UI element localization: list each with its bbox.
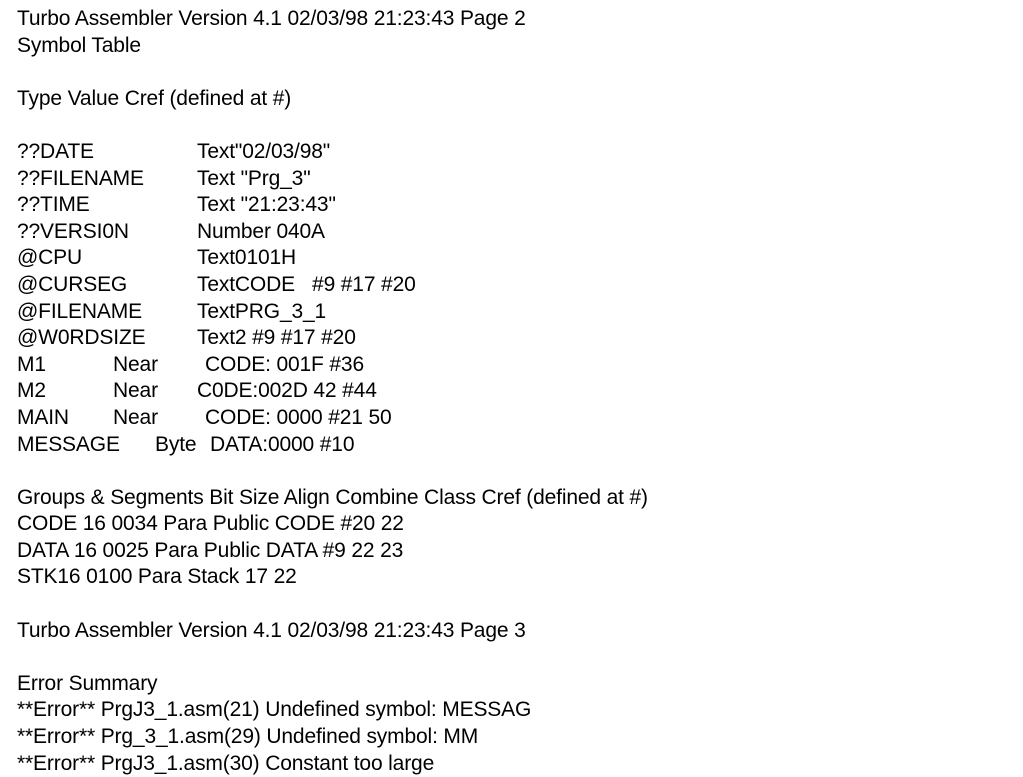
error-line: **Error** PrgJ3_1.asm(21) Undefined symb… <box>17 698 532 722</box>
page2-header: Turbo Assembler Version 4.1 02/03/98 21:… <box>17 7 526 30</box>
segment-row: DATA 16 0025 Para Public DATA #9 22 23 <box>17 538 404 562</box>
symbol-name: M2 <box>17 379 46 403</box>
symbol-value: TextPRG_3_1 <box>197 299 327 323</box>
symbol-type: Byte <box>155 432 197 456</box>
symbol-value: Text"02/03/98" <box>197 139 331 163</box>
segments-column-header: Groups & Segments Bit Size Align Combine… <box>17 485 648 509</box>
symbol-name: MAIN <box>17 405 69 429</box>
symbol-name: M1 <box>17 352 46 376</box>
page3-section-title: Error Summary <box>17 671 158 695</box>
symbol-type: Near <box>113 352 158 376</box>
symbol-row: ??TIME Text "21:23:43" <box>0 192 1023 219</box>
symbol-value: TextCODE #9 #17 #20 <box>197 272 416 296</box>
symbol-type: Near <box>113 379 158 403</box>
symbol-type: Near <box>113 405 158 429</box>
segment-row: CODE 16 0034 Para Public CODE #20 22 <box>17 512 404 536</box>
symbol-row: @CPU Text0101H <box>0 245 1023 272</box>
symbol-row: @FILENAME TextPRG_3_1 <box>0 299 1023 326</box>
symbol-row: ??VERSI0N Number 040A <box>0 219 1023 246</box>
assembler-listing-page: Turbo Assembler Version 4.1 02/03/98 21:… <box>0 0 1023 775</box>
symbol-value: Text "Prg_3" <box>197 166 311 190</box>
symbol-value: CODE: 001F #36 <box>205 352 364 376</box>
symbol-value: Text "21:23:43" <box>197 193 336 217</box>
symbol-value: C0DE:002D 42 #44 <box>197 379 377 403</box>
symbol-name: @CURSEG <box>17 272 128 296</box>
symbol-value: Number 040A <box>197 219 325 243</box>
symbol-name: @CPU <box>17 246 83 270</box>
symbol-name: ??FILENAME <box>17 166 144 190</box>
page3-header: Turbo Assembler Version 4.1 02/03/98 21:… <box>17 618 526 642</box>
symbol-row: ??DATE Text"02/03/98" <box>0 139 1023 166</box>
symbol-name: ??TIME <box>17 193 90 217</box>
symbol-name: ??DATE <box>17 139 94 163</box>
segment-row: STK16 0100 Para Stack 17 22 <box>17 565 297 589</box>
symbol-value: CODE: 0000 #21 50 <box>205 405 392 429</box>
symbol-name: @W0RDSIZE <box>17 326 146 350</box>
symbol-row: MESSAGE Byte DATA:0000 #10 <box>0 432 1023 459</box>
symbol-row: M1 Near CODE: 001F #36 <box>0 352 1023 379</box>
error-line: **Error** PrgJ3_1.asm(30) Constant too l… <box>17 751 435 775</box>
error-line: **Error** Prg_3_1.asm(29) Undefined symb… <box>17 725 479 749</box>
symbol-value: DATA:0000 #10 <box>210 432 355 456</box>
symbol-value: Text0101H <box>197 246 297 270</box>
symbol-name: @FILENAME <box>17 299 142 323</box>
symbol-row: @W0RDSIZE Text2 #9 #17 #20 <box>0 325 1023 352</box>
symbol-value: Text2 #9 #17 #20 <box>197 326 356 350</box>
symbol-row: MAIN Near CODE: 0000 #21 50 <box>0 405 1023 432</box>
symbol-row: ??FILENAME Text "Prg_3" <box>0 166 1023 193</box>
symbol-row: @CURSEG TextCODE #9 #17 #20 <box>0 272 1023 299</box>
symbol-row: M2 Near C0DE:002D 42 #44 <box>0 378 1023 405</box>
symbol-table-column-header: Type Value Cref (defined at #) <box>17 86 292 110</box>
symbol-name: MESSAGE <box>17 432 120 456</box>
page2-section-title: Symbol Table <box>17 33 141 57</box>
symbol-name: ??VERSI0N <box>17 219 129 243</box>
